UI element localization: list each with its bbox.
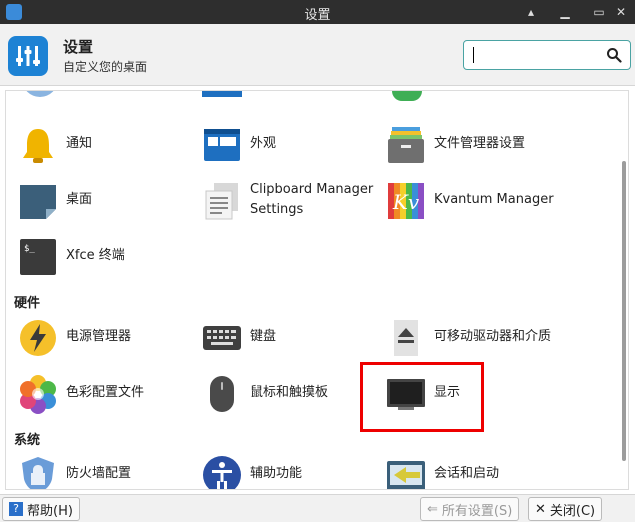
scrollbar[interactable] [622, 161, 626, 461]
maximize-icon[interactable]: ▭ [590, 3, 608, 21]
keyboard-icon [203, 326, 241, 350]
item-label: Kvantum Manager [434, 192, 554, 207]
file-manager-icon [388, 127, 424, 163]
close-icon: ✕ [535, 501, 546, 517]
item-label: 文件管理器设置 [434, 136, 526, 151]
item-label: 会话和启动 [434, 466, 500, 481]
power-icon [20, 320, 56, 356]
shade-icon[interactable]: ▴ [522, 3, 540, 21]
desktop-icon [20, 185, 56, 219]
appearance-icon [204, 129, 240, 161]
item-file-manager-settings[interactable]: 文件管理器设置 [380, 119, 560, 169]
search-field[interactable] [463, 40, 631, 70]
accessibility-icon [203, 456, 241, 489]
terminal-icon: $_ [20, 239, 56, 275]
item-firewall[interactable]: 防火墙配置 [12, 449, 192, 489]
text-cursor [473, 47, 474, 63]
help-button[interactable]: ? 帮助(H) [2, 497, 80, 521]
item-label: 色彩配置文件 [66, 385, 145, 400]
shield-icon [22, 457, 54, 489]
item-notifications[interactable]: 通知 [12, 119, 192, 169]
item-label: 通知 [66, 136, 93, 151]
svg-text:Kv: Kv [392, 190, 420, 214]
partial-item-icon [202, 91, 242, 97]
close-button-label: 关闭(C) [549, 503, 596, 519]
item-label: 辅助功能 [250, 466, 303, 481]
all-settings-button[interactable]: ⇐ 所有设置(S) [420, 497, 520, 521]
item-label: 外观 [250, 136, 277, 151]
close-button[interactable]: ✕ 关闭(C) [528, 497, 603, 521]
section-title-system: 系统 [14, 433, 41, 448]
search-icon[interactable] [606, 47, 622, 63]
mouse-icon [210, 376, 234, 412]
item-mouse-touchpad[interactable]: 鼠标和触摸板 [196, 368, 376, 418]
title-bar: 设置 ▴ ▁ ▭ ✕ [0, 0, 635, 24]
minimize-icon[interactable]: ▁ [556, 3, 574, 21]
header-subtitle: 自定义您的桌面 [63, 60, 148, 74]
session-icon [387, 461, 425, 489]
item-accessibility[interactable]: 辅助功能 [196, 449, 376, 489]
item-color-profiles[interactable]: 色彩配置文件 [12, 368, 192, 418]
close-window-icon[interactable]: ✕ [612, 3, 630, 21]
item-desktop[interactable]: 桌面 [12, 175, 192, 225]
item-label: 键盘 [250, 329, 277, 344]
all-settings-button-label: 所有设置(S) [441, 503, 513, 519]
help-icon: ? [9, 502, 23, 516]
bottom-bar: ? 帮助(H) ⇐ 所有设置(S) ✕ 关闭(C) [0, 494, 635, 522]
settings-list: 通知 外观 文件管理器设置 桌面 Clipboard Manager Setti… [5, 90, 629, 490]
header-title: 设置 [63, 38, 94, 56]
eject-icon [394, 320, 418, 356]
clipboard-icon [205, 183, 238, 220]
item-label: 可移动驱动器和介质 [434, 329, 552, 344]
item-power-manager[interactable]: 电源管理器 [12, 312, 192, 362]
item-label: Clipboard Manager Settings [250, 182, 374, 217]
item-xfce-terminal[interactable]: $_ Xfce 终端 [12, 231, 192, 281]
item-label: 防火墙配置 [66, 466, 132, 481]
help-button-label: 帮助(H) [27, 503, 73, 519]
item-appearance[interactable]: 外观 [196, 119, 376, 169]
item-removable-drives[interactable]: 可移动驱动器和介质 [380, 312, 580, 362]
svg-text:$_: $_ [24, 244, 35, 254]
item-label: 桌面 [66, 192, 93, 207]
item-label: 鼠标和触摸板 [250, 385, 329, 400]
back-arrow-icon: ⇐ [427, 501, 438, 517]
item-clipboard-manager[interactable]: Clipboard Manager Settings [196, 175, 386, 225]
item-label: Xfce 终端 [66, 248, 125, 263]
highlight-box [360, 362, 484, 432]
item-label: 电源管理器 [66, 329, 132, 344]
partial-item-icon [22, 91, 58, 97]
search-input[interactable] [470, 46, 600, 64]
section-title-hardware: 硬件 [14, 296, 41, 311]
color-profile-icon [20, 375, 56, 414]
item-session-startup[interactable]: 会话和启动 [380, 449, 560, 489]
item-keyboard[interactable]: 键盘 [196, 312, 376, 362]
settings-icon [8, 36, 48, 76]
partial-item-icon [392, 91, 422, 101]
kvantum-icon: Kv [388, 183, 424, 219]
bell-icon [23, 129, 53, 163]
item-kvantum[interactable]: Kv Kvantum Manager [380, 175, 580, 225]
